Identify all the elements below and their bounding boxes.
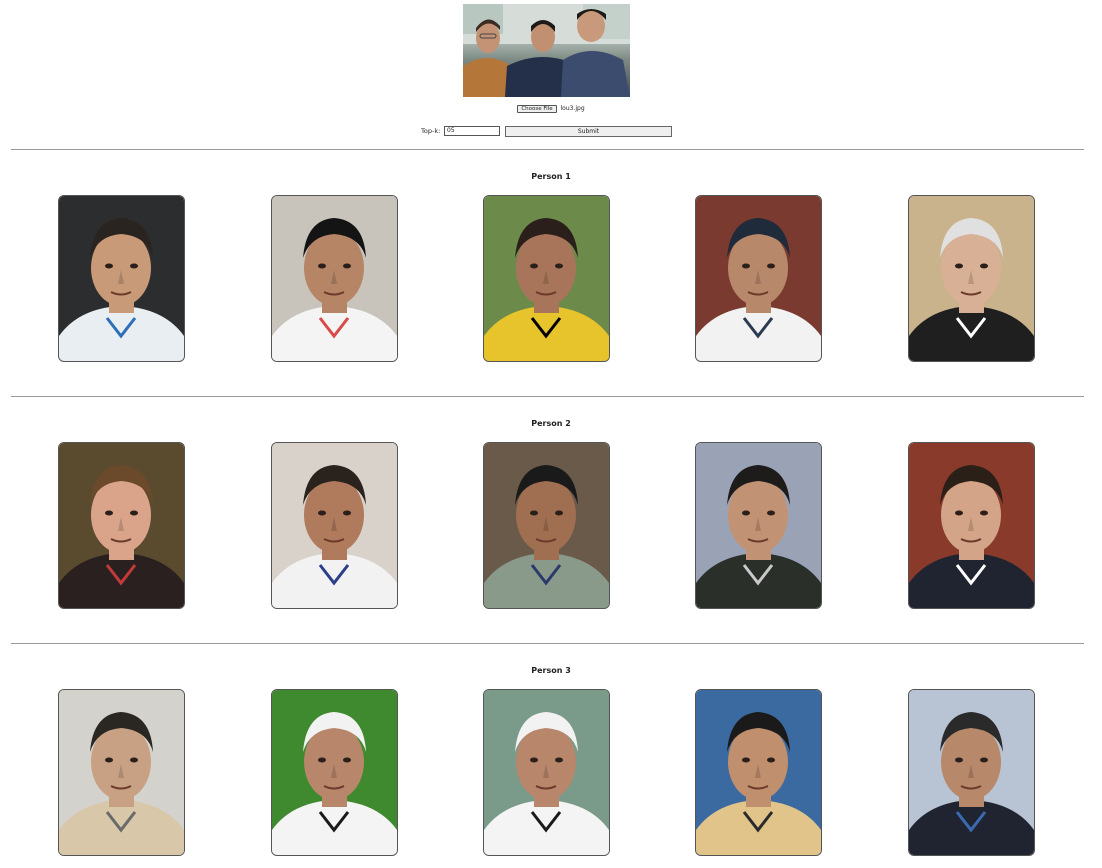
match-photo [483,442,610,609]
choose-file-button[interactable]: Choose File [517,105,557,113]
match-photo [58,195,185,362]
face-image [484,196,609,361]
section-divider [11,396,1084,397]
face-image [696,196,821,361]
match-photo [271,442,398,609]
face-image [696,690,821,855]
section-divider [11,643,1084,644]
topk-label: Top-k: [421,127,441,135]
match-photo [908,689,1035,856]
face-image [909,443,1034,608]
face-image [59,196,184,361]
file-chooser-row: Choose File lou3.jpg [0,104,1102,115]
face-image [59,690,184,855]
match-photo [908,442,1035,609]
query-image [463,4,630,97]
topk-input[interactable]: 05 [444,126,500,136]
submit-button[interactable]: Submit [505,126,672,137]
person-title: Person 3 [531,666,571,675]
match-photo [271,195,398,362]
person-title: Person 1 [531,172,571,181]
match-photo [695,442,822,609]
face-image [59,443,184,608]
selected-file-name: lou3.jpg [560,105,585,112]
match-photo [908,195,1035,362]
face-image [272,196,397,361]
match-photo [58,442,185,609]
face-image [909,196,1034,361]
face-image [272,690,397,855]
face-image [696,443,821,608]
face-image [484,443,609,608]
match-photo [271,689,398,856]
query-image-group-photo [463,4,630,97]
match-photo [483,195,610,362]
person-title: Person 2 [531,419,571,428]
face-image [909,690,1034,855]
match-photo [58,689,185,856]
section-divider [11,149,1084,150]
topk-form-row: Top-k: 05 Submit [0,126,1102,138]
match-photo [695,195,822,362]
match-photo [695,689,822,856]
face-search-page: Choose File lou3.jpg Top-k: 05 Submit Pe… [0,0,1102,868]
match-photo [483,689,610,856]
face-image [272,443,397,608]
face-image [484,690,609,855]
